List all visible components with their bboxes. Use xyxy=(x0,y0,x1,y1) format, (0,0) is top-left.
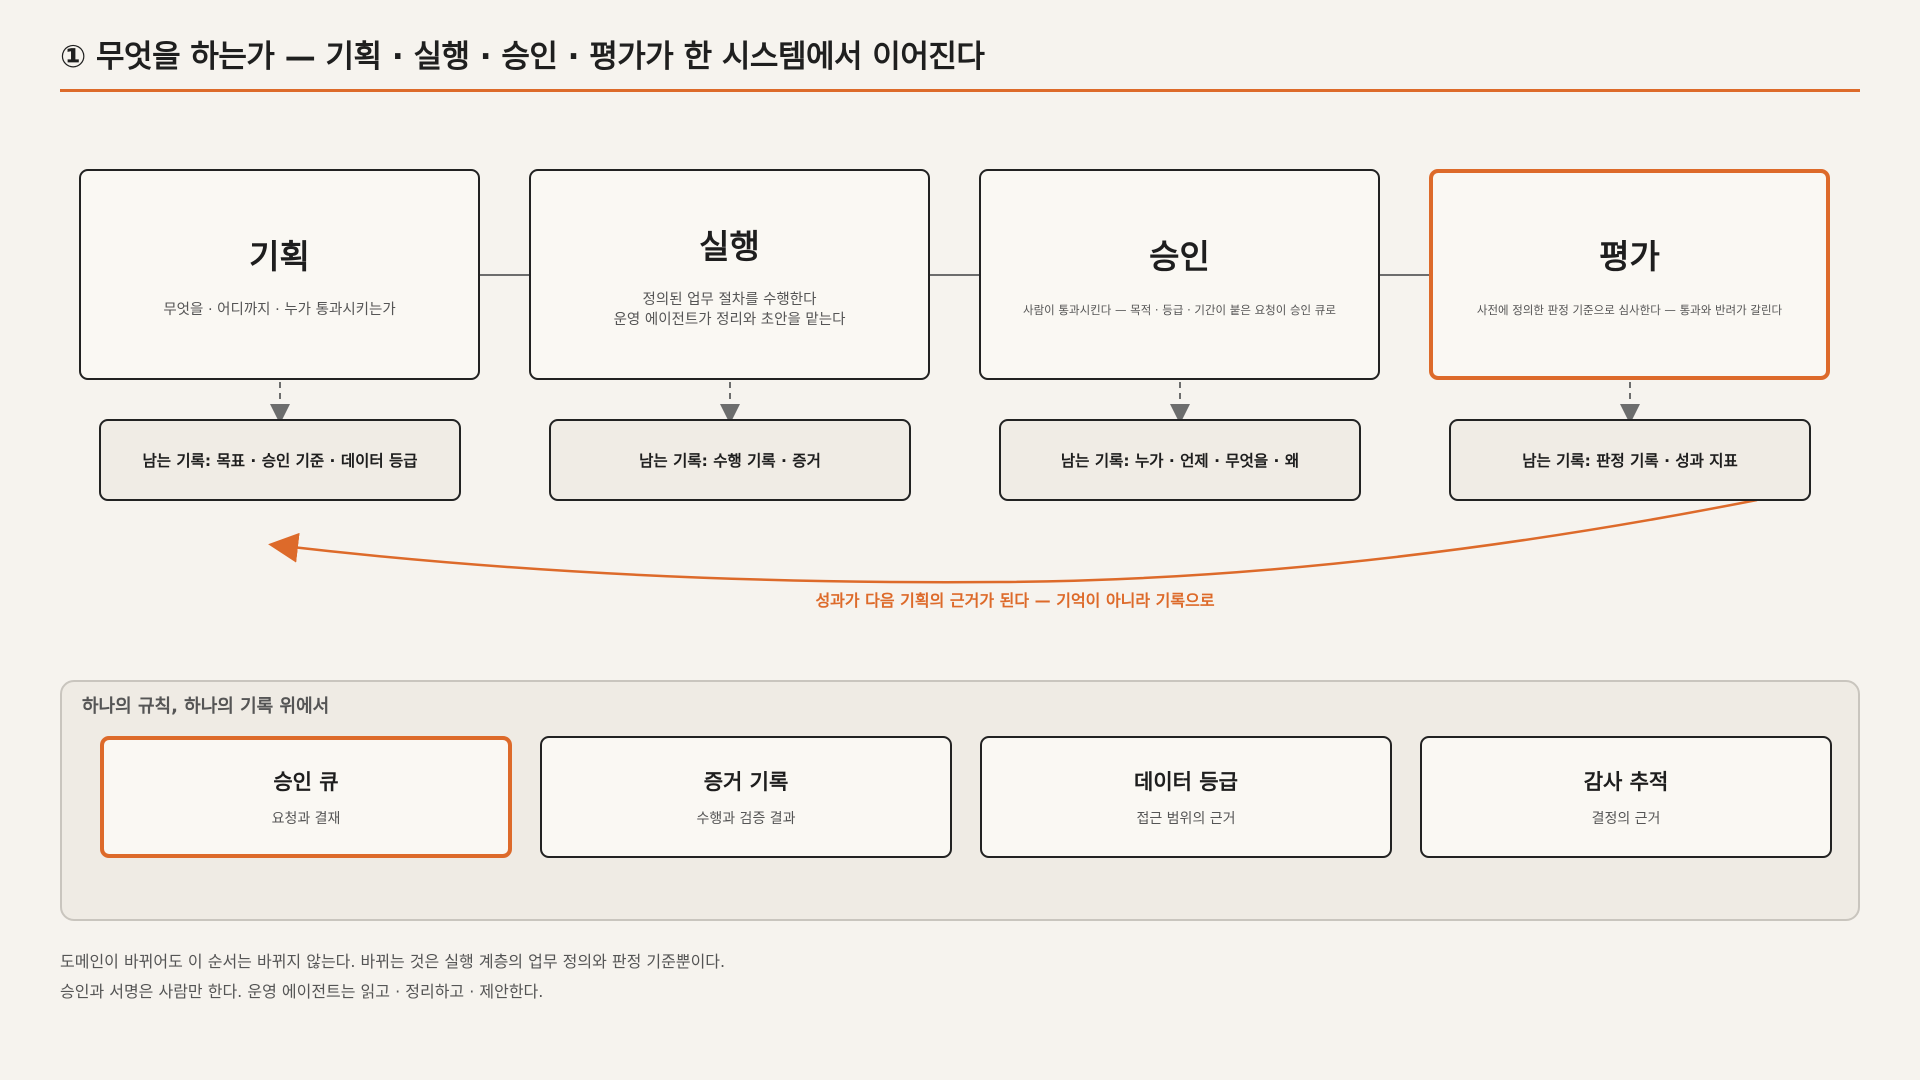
module-title: 증거 기록 xyxy=(703,770,789,794)
module-approval-queue: 승인 큐 요청과 결재 xyxy=(100,736,512,858)
record-box-evaluation: 남는 기록: 판정 기록 · 성과 지표 xyxy=(1449,419,1811,501)
platform-title: 하나의 규칙, 하나의 기록 위에서 xyxy=(82,696,330,717)
module-subtitle: 결정의 근거 xyxy=(1591,811,1661,827)
diagram-canvas: ① 무엇을 하는가 — 기획 · 실행 · 승인 · 평가가 한 시스템에서 이… xyxy=(0,0,1920,1080)
module-evidence-record: 증거 기록 수행과 검증 결과 xyxy=(540,736,952,858)
feedback-label: 성과가 다음 기획의 근거가 된다 — 기억이 아니라 기록으로 xyxy=(815,591,1215,610)
module-subtitle: 수행과 검증 결과 xyxy=(696,811,796,827)
record-box-execution: 남는 기록: 수행 기록 · 증거 xyxy=(549,419,911,501)
record-box-planning: 남는 기록: 목표 · 승인 기준 · 데이터 등급 xyxy=(99,419,461,501)
module-subtitle: 접근 범위의 근거 xyxy=(1136,811,1236,827)
module-audit-trail: 감사 추적 결정의 근거 xyxy=(1420,736,1832,858)
footnote-line: 도메인이 바뀌어도 이 순서는 바뀌지 않는다. 바뀌는 것은 실행 계층의 업… xyxy=(60,952,726,971)
record-box-approval: 남는 기록: 누가 · 언제 · 무엇을 · 왜 xyxy=(999,419,1361,501)
feedback-arrow xyxy=(268,498,1758,584)
footnote-line: 승인과 서명은 사람만 한다. 운영 에이전트는 읽고 · 정리하고 · 제안한… xyxy=(60,982,544,1001)
module-title: 감사 추적 xyxy=(1583,770,1669,794)
module-data-grade: 데이터 등급 접근 범위의 근거 xyxy=(980,736,1392,858)
module-subtitle: 요청과 결재 xyxy=(271,811,341,827)
platform-panel: 하나의 규칙, 하나의 기록 위에서 승인 큐 요청과 결재 증거 기록 수행과… xyxy=(60,680,1860,921)
module-title: 승인 큐 xyxy=(273,770,339,794)
module-title: 데이터 등급 xyxy=(1134,770,1238,794)
